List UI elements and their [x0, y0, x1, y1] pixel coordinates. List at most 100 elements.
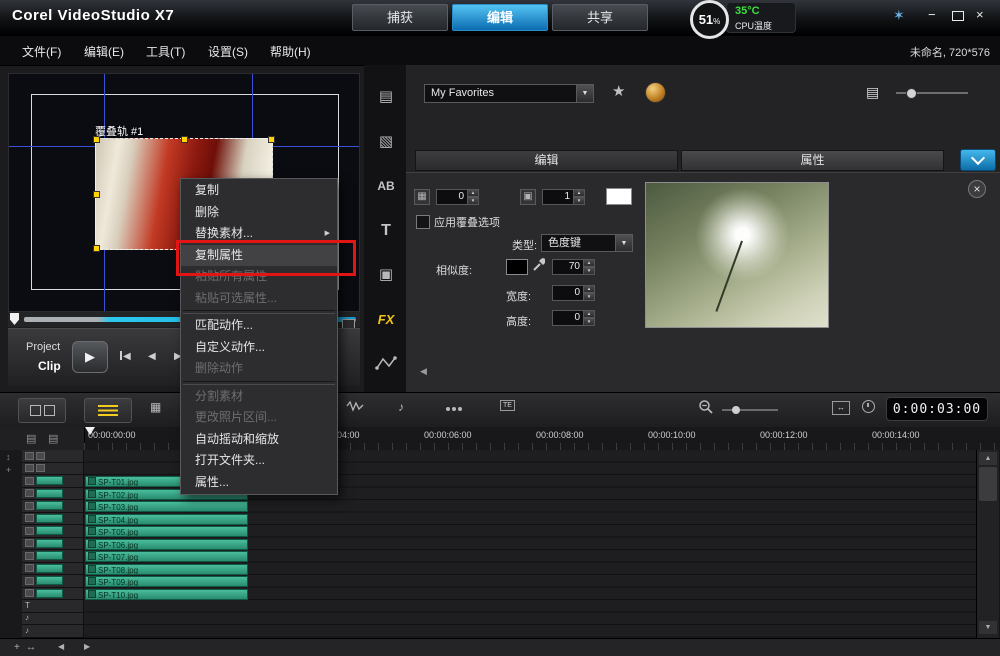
- playhead-marker[interactable]: [85, 427, 95, 435]
- overlay-track-header-10[interactable]: [22, 587, 84, 600]
- scrollbar-thumb[interactable]: [979, 467, 997, 501]
- border-value[interactable]: 1: [542, 189, 574, 205]
- menu-item-auto-pan-zoom[interactable]: 自动摇动和缩放: [181, 429, 337, 451]
- thumbnail-size-slider[interactable]: [896, 88, 968, 99]
- overlay-track-header-4[interactable]: [22, 512, 84, 525]
- spinner-arrows[interactable]: ▲ ▼: [584, 259, 595, 275]
- minimize-icon[interactable]: −: [928, 8, 936, 22]
- motion-path-icon[interactable]: [370, 350, 402, 376]
- spin-up-icon[interactable]: ▲: [468, 189, 479, 197]
- overlay-track-header-5[interactable]: [22, 525, 84, 538]
- options-tab-edit[interactable]: 编辑: [415, 150, 678, 171]
- gallery-folder-dropdown[interactable]: My Favorites ▼: [424, 84, 594, 103]
- overlay-track-header-6[interactable]: [22, 537, 84, 550]
- title-icon[interactable]: T: [370, 218, 402, 244]
- menu-file[interactable]: 文件(F): [22, 43, 61, 60]
- spin-up-icon[interactable]: ▲: [584, 285, 595, 293]
- overlay-track-header-2[interactable]: [22, 487, 84, 500]
- snowflake-icon[interactable]: ✶: [893, 8, 905, 22]
- menu-settings[interactable]: 设置(S): [208, 43, 248, 60]
- scroll-right-icon[interactable]: ▶: [84, 642, 90, 651]
- scrubber-pin[interactable]: [10, 313, 19, 325]
- media-library-icon[interactable]: ▤: [370, 83, 402, 109]
- spin-up-icon[interactable]: ▲: [574, 189, 585, 197]
- chroma-type-dropdown[interactable]: 色度键 ▼: [541, 234, 633, 252]
- clock-icon[interactable]: [862, 400, 875, 413]
- filter-fx-icon[interactable]: FX: [370, 306, 402, 332]
- menu-item-customize-motion[interactable]: 自定义动作...: [181, 337, 337, 359]
- spinner-arrows[interactable]: ▲ ▼: [584, 285, 595, 301]
- dropdown-arrow-icon[interactable]: ▼: [615, 235, 632, 251]
- width-value[interactable]: 0: [552, 285, 584, 301]
- close-icon[interactable]: ×: [976, 8, 984, 22]
- previous-frame-button[interactable]: ◀: [148, 351, 156, 362]
- resize-handle[interactable]: [268, 136, 275, 143]
- timeline-clip[interactable]: SP-T05.jpg: [85, 526, 248, 537]
- title-track-header[interactable]: T: [22, 600, 84, 613]
- slider-knob[interactable]: [906, 88, 917, 99]
- zoom-slider-knob[interactable]: [732, 406, 740, 414]
- video-track-header[interactable]: [22, 450, 84, 463]
- eyedropper-icon[interactable]: [532, 257, 546, 277]
- spin-down-icon[interactable]: ▼: [584, 293, 595, 301]
- menu-item-match-motion[interactable]: 匹配动作...: [181, 315, 337, 337]
- timeline-clip[interactable]: SP-T03.jpg: [85, 501, 248, 512]
- overlay-track-header-9[interactable]: [22, 575, 84, 588]
- maximize-icon[interactable]: [952, 11, 964, 21]
- height-value[interactable]: 0: [552, 310, 584, 326]
- menu-tools[interactable]: 工具(T): [146, 43, 185, 60]
- menu-edit[interactable]: 编辑(E): [84, 43, 124, 60]
- subtitle-te-icon[interactable]: TE: [500, 400, 515, 411]
- chroma-color-swatch[interactable]: [506, 259, 528, 275]
- mask-frame-icon[interactable]: ▦: [414, 189, 430, 205]
- options-tab-attribute[interactable]: 属性: [681, 150, 944, 171]
- menu-item-open-folder[interactable]: 打开文件夹...: [181, 450, 337, 472]
- spin-down-icon[interactable]: ▼: [584, 318, 595, 326]
- play-button[interactable]: ▶: [72, 341, 108, 373]
- track-width-icon[interactable]: ↔: [26, 642, 36, 653]
- timeline-clip[interactable]: SP-T06.jpg: [85, 538, 248, 550]
- track-manager-icon[interactable]: [446, 400, 464, 414]
- fit-timeline-icon[interactable]: +: [14, 642, 20, 653]
- spinner-arrows[interactable]: ▲ ▼: [574, 189, 585, 205]
- spinner-arrows[interactable]: ▲ ▼: [584, 310, 595, 326]
- apply-overlay-checkbox[interactable]: [416, 215, 430, 229]
- browse-media-sphere-icon[interactable]: [645, 82, 666, 103]
- menu-item-delete[interactable]: 删除: [181, 202, 337, 224]
- panel-collapse-button[interactable]: [960, 149, 996, 171]
- spin-down-icon[interactable]: ▼: [468, 197, 479, 205]
- fit-project-icon[interactable]: ↔: [832, 401, 850, 415]
- dropdown-arrow-icon[interactable]: ▼: [576, 85, 593, 102]
- menu-help[interactable]: 帮助(H): [270, 43, 311, 60]
- undo-region-icon[interactable]: ▦: [150, 400, 161, 414]
- sound-mixer-icon[interactable]: [346, 400, 364, 415]
- similarity-spinner[interactable]: 70 ▲ ▼: [552, 259, 595, 275]
- track-filter-icon[interactable]: ▤: [26, 432, 36, 445]
- storyboard-view-button[interactable]: [18, 398, 66, 423]
- zoom-out-icon[interactable]: [698, 399, 714, 418]
- overlay-track-header-1[interactable]: [22, 475, 84, 488]
- instant-project-icon[interactable]: ▧: [370, 128, 402, 154]
- swap-tracks-icon[interactable]: ↕: [6, 452, 11, 462]
- scroll-left-icon[interactable]: ◀: [58, 642, 64, 651]
- add-to-favorites-star-icon[interactable]: ★: [612, 82, 625, 100]
- options-scroll-left-icon[interactable]: ◀: [420, 366, 427, 377]
- tab-edit[interactable]: 编辑: [452, 4, 548, 31]
- border-value-spinner[interactable]: 1 ▲ ▼: [542, 189, 585, 205]
- project-mode-label[interactable]: Project: [26, 341, 60, 353]
- clip-mode-label[interactable]: Clip: [38, 359, 61, 373]
- spinner-arrows[interactable]: ▲ ▼: [468, 189, 479, 205]
- add-track-icon[interactable]: +: [6, 465, 11, 475]
- voice-track-header[interactable]: ♪: [22, 612, 84, 625]
- overlay-track-header-8[interactable]: [22, 562, 84, 575]
- resize-handle[interactable]: [181, 136, 188, 143]
- graphic-icon[interactable]: ▣: [370, 261, 402, 287]
- resize-handle[interactable]: [93, 191, 100, 198]
- auto-music-icon[interactable]: ♪: [398, 400, 404, 414]
- tab-share[interactable]: 共享: [552, 4, 648, 31]
- mask-value-spinner[interactable]: 0 ▲ ▼: [436, 189, 479, 205]
- timeline-clip[interactable]: SP-T09.jpg: [85, 576, 248, 587]
- timeline-clip[interactable]: SP-T07.jpg: [85, 551, 248, 562]
- resize-handle[interactable]: [93, 245, 100, 252]
- timecode-display[interactable]: 0:00:03:00: [886, 397, 988, 421]
